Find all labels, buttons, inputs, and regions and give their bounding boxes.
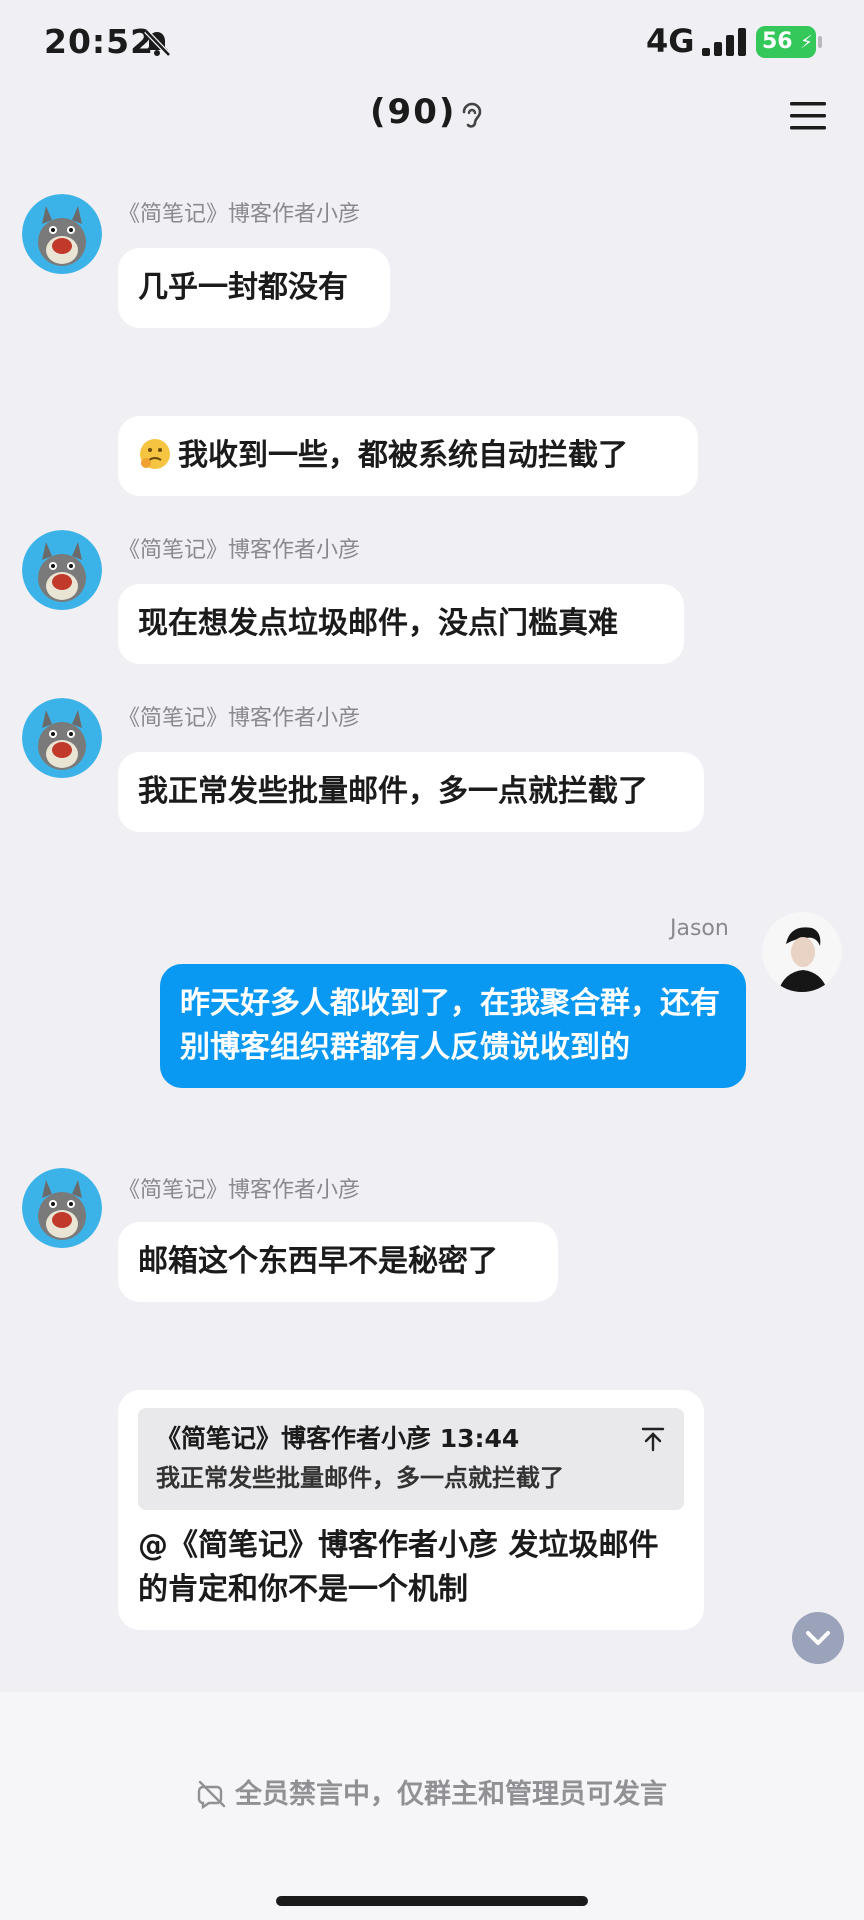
ear-icon: [462, 102, 482, 128]
quote-text: 我正常发些批量邮件，多一点就拦截了: [156, 1464, 564, 1492]
chevron-down-icon: [806, 1631, 830, 1645]
person-avatar-icon: [762, 912, 842, 992]
message-bubble[interactable]: 邮箱这个东西早不是秘密了: [118, 1222, 558, 1302]
quote-header: 《简笔记》博客作者小彦 13:44: [156, 1424, 520, 1453]
avatar[interactable]: [22, 194, 102, 274]
avatar[interactable]: [22, 698, 102, 778]
message-text: 现在想发点垃圾邮件，没点门槛真难: [138, 606, 618, 641]
mute-notice: 全员禁言中，仅群主和管理员可发言: [0, 1772, 864, 1811]
reply-message-bubble[interactable]: 《简笔记》博客作者小彦 13:44 我正常发些批量邮件，多一点就拦截了 @《简笔…: [118, 1390, 704, 1630]
status-time: 20:52: [44, 22, 155, 61]
home-indicator[interactable]: [276, 1896, 588, 1906]
input-area-disabled: 全员禁言中，仅群主和管理员可发言: [0, 1692, 864, 1920]
quoted-message[interactable]: 《简笔记》博客作者小彦 13:44 我正常发些批量邮件，多一点就拦截了: [138, 1408, 684, 1510]
message-bubble[interactable]: 几乎一封都没有: [118, 248, 390, 328]
sender-name: 《简笔记》博客作者小彦: [118, 202, 361, 227]
sender-name: 《简笔记》博客作者小彦: [118, 538, 361, 563]
mute-notice-text: 全员禁言中，仅群主和管理员可发言: [235, 1779, 667, 1810]
message-bubble[interactable]: 现在想发点垃圾邮件，没点门槛真难: [118, 584, 684, 664]
battery-indicator: 56 ⚡: [756, 26, 822, 58]
mute-icon: [197, 1780, 226, 1809]
mute-bell-icon: [144, 29, 171, 57]
jump-to-quote-icon[interactable]: [640, 1426, 666, 1452]
message-text: 邮箱这个东西早不是秘密了: [138, 1244, 498, 1279]
message-text: 我收到一些，都被系统自动拦截了: [178, 438, 628, 473]
thinking-emoji-icon: [140, 439, 170, 469]
avatar[interactable]: [22, 1168, 102, 1248]
message-text: 我正常发些批量邮件，多一点就拦截了: [138, 774, 648, 809]
totoro-avatar-icon: [22, 1168, 102, 1248]
message-text: 昨天好多人都收到了，在我聚合群，还有别博客组织群都有人反馈说收到的: [180, 986, 720, 1065]
self-avatar[interactable]: [762, 912, 842, 992]
network-type: 4G: [646, 22, 695, 60]
charging-bolt-icon: ⚡: [800, 32, 813, 53]
message-bubble[interactable]: 我正常发些批量邮件，多一点就拦截了: [118, 752, 704, 832]
avatar[interactable]: [22, 530, 102, 610]
sender-name: 《简笔记》博客作者小彦: [118, 1178, 361, 1203]
signal-icon: [702, 28, 746, 56]
sender-name: Jason: [670, 916, 729, 941]
chat-header: (90): [0, 80, 864, 170]
menu-icon[interactable]: [788, 98, 828, 134]
status-bar: 20:52 4G 56 ⚡: [0, 0, 864, 80]
message-bubble-self[interactable]: 昨天好多人都收到了，在我聚合群，还有别博客组织群都有人反馈说收到的: [160, 964, 746, 1088]
message-bubble[interactable]: 我收到一些，都被系统自动拦截了: [118, 416, 698, 496]
totoro-avatar-icon: [22, 194, 102, 274]
totoro-avatar-icon: [22, 698, 102, 778]
totoro-avatar-icon: [22, 530, 102, 610]
message-text: 几乎一封都没有: [138, 270, 348, 305]
battery-tip: [818, 36, 822, 48]
battery-level: 56: [762, 29, 793, 54]
sender-name: 《简笔记》博客作者小彦: [118, 706, 361, 731]
chat-title: (90): [370, 92, 457, 132]
message-text: @《简笔记》博客作者小彦 发垃圾邮件的肯定和你不是一个机制: [138, 1528, 659, 1607]
scroll-to-bottom-button[interactable]: [792, 1612, 844, 1664]
